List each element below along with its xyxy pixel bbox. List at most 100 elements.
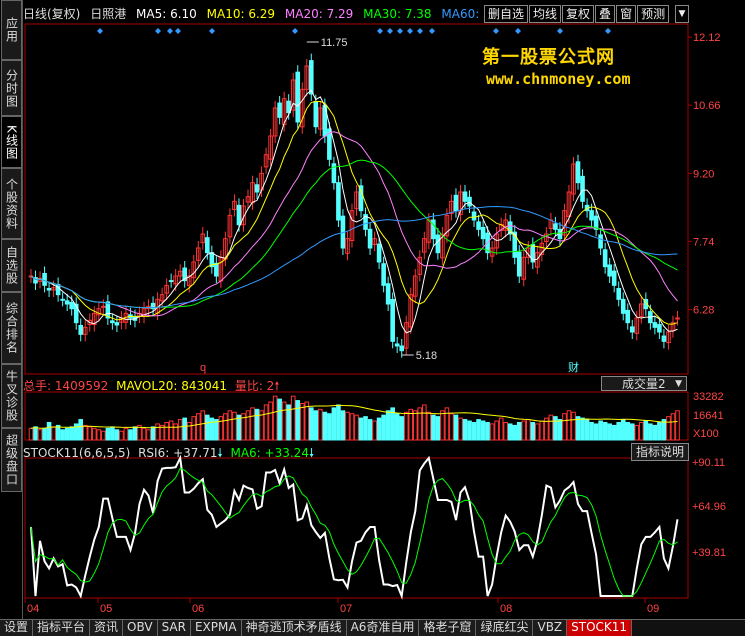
volume-bar xyxy=(150,426,156,441)
signal-diamond-icon xyxy=(377,28,383,34)
volume-bar xyxy=(91,427,97,441)
volume-bar xyxy=(46,421,52,441)
candle-body xyxy=(60,298,65,301)
chevron-down-icon: ▼ xyxy=(675,379,682,389)
volume-bar xyxy=(318,408,323,441)
volume-bar xyxy=(96,429,102,441)
tab-3[interactable]: OBV xyxy=(123,620,158,636)
indicator-axis-label: +39.81 xyxy=(692,547,726,559)
price-axis-label: 6.28 xyxy=(693,305,714,317)
candle-body xyxy=(598,234,603,249)
volume-bar xyxy=(322,411,328,441)
tab-11[interactable]: STOCK11 xyxy=(567,620,633,636)
candle-body xyxy=(390,299,395,342)
volume-bar xyxy=(462,419,468,441)
volume-bar xyxy=(639,421,644,441)
volume-bar xyxy=(186,421,192,441)
volume-bar xyxy=(177,419,183,441)
event-marker-cai: 财 xyxy=(568,360,579,374)
volume-bar xyxy=(376,417,382,441)
volume-axis-label: 16641 xyxy=(693,410,724,422)
volume-bar xyxy=(431,414,436,441)
candle-body xyxy=(435,234,441,254)
volume-bar xyxy=(200,410,206,441)
candle-body xyxy=(675,317,680,320)
volume-bar xyxy=(101,430,106,441)
volume-bar xyxy=(399,416,405,441)
volume-bar xyxy=(566,410,572,441)
volume-bar xyxy=(277,398,282,441)
indicator-panel-frame xyxy=(24,457,689,599)
volume-bar xyxy=(589,421,594,441)
price-axis-label: 7.74 xyxy=(693,236,714,248)
volume-bar xyxy=(449,413,454,441)
candle-body xyxy=(589,210,594,221)
volume-bar xyxy=(327,413,332,441)
candle-body xyxy=(476,221,481,230)
tab-0[interactable]: 设置 xyxy=(0,620,34,636)
signal-diamond-icon xyxy=(493,28,499,34)
tab-1[interactable]: 指标平台 xyxy=(33,620,91,636)
indicator-header: STOCK11(6,6,5,5) RSI6: +37.71🠗 MA6: +33.… xyxy=(23,444,314,465)
chart-canvas[interactable]: 12.12 10.66 9.20 7.74 6.28 11.75 5.18 q 财 33282 16… xyxy=(0,0,745,620)
down-arrow-icon: 🠗 xyxy=(217,446,223,460)
tab-8[interactable]: 格老子窟 xyxy=(419,620,477,636)
volume-bar xyxy=(78,419,84,441)
volume-bar xyxy=(648,423,653,441)
candle-body xyxy=(611,270,617,286)
volume-bar xyxy=(620,419,626,441)
candle-body xyxy=(236,204,242,226)
volume-bar xyxy=(557,419,563,441)
volume-bar xyxy=(295,400,301,441)
low-price-label: 5.18 xyxy=(416,350,437,362)
indicator-name[interactable]: STOCK11(6,6,5,5) xyxy=(23,446,130,460)
volume-bar xyxy=(607,423,612,441)
volume-bar xyxy=(33,426,38,441)
volume-axis-label: 33282 xyxy=(693,391,724,403)
volume-bar xyxy=(268,401,273,441)
volume-bar xyxy=(489,423,495,441)
signal-diamond-icon xyxy=(167,28,173,34)
tab-10[interactable]: VBZ xyxy=(533,620,568,636)
volume-bar xyxy=(426,411,432,441)
high-price-label: 11.75 xyxy=(321,37,348,49)
volume-bar xyxy=(55,424,61,441)
candle-body xyxy=(367,228,373,249)
candle-body xyxy=(471,211,477,221)
volume-bar xyxy=(602,421,608,441)
volume-bar xyxy=(114,429,120,441)
volume-bar xyxy=(611,424,617,441)
volume-bar xyxy=(629,423,635,441)
tab-4[interactable]: SAR xyxy=(157,620,191,636)
tab-6[interactable]: 神奇逃顶术矛盾线 xyxy=(241,620,347,636)
indicator-axis-label: +64.96 xyxy=(692,501,726,513)
candle-body xyxy=(277,102,282,118)
volume-bar xyxy=(485,421,490,441)
tab-5[interactable]: EXPMA xyxy=(190,620,242,636)
candle-body xyxy=(625,309,631,324)
tab-7[interactable]: A6奇准自用 xyxy=(346,620,420,636)
tab-9[interactable]: 绿底红尖 xyxy=(476,620,534,636)
volume-bar xyxy=(616,421,622,441)
tab-2[interactable]: 资讯 xyxy=(90,620,124,636)
candle-body xyxy=(42,272,47,286)
volume-bar xyxy=(535,423,540,441)
price-axis-label: 10.66 xyxy=(693,100,721,112)
candle-body xyxy=(336,182,341,221)
indicator-help-button[interactable]: 指标说明 xyxy=(631,443,689,461)
candle-body xyxy=(73,303,79,324)
volume-bar xyxy=(254,408,260,441)
candle-body xyxy=(607,264,612,277)
volume-bar xyxy=(281,401,287,441)
volume-bar xyxy=(331,407,337,441)
candle-body xyxy=(575,161,581,184)
volume-bar xyxy=(123,427,129,441)
volume-ratio: 量比: 2 xyxy=(234,379,275,393)
volume-selector[interactable]: 成交量2 ▼ xyxy=(601,376,687,391)
volume-bar xyxy=(182,417,188,441)
signal-diamond-icon xyxy=(175,28,181,34)
candle-body xyxy=(376,243,382,263)
volume-bar xyxy=(498,417,504,441)
signal-diamond-icon xyxy=(97,28,103,34)
volume-bar xyxy=(458,417,463,441)
